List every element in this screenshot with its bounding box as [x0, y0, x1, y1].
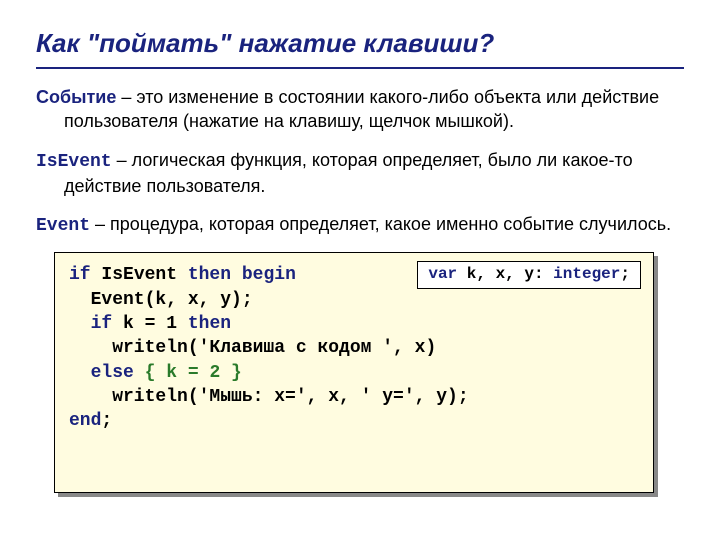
definition-eventproc: Event – процедура, которая определяет, к… [36, 212, 684, 238]
code-line-4: writeln('Клавиша с кодом ', x) [69, 338, 436, 358]
code-line-2: Event(k, x, y); [69, 290, 253, 310]
definition-event: Событие – это изменение в состоянии како… [36, 85, 684, 134]
kw-begin: begin [242, 265, 296, 285]
title-rule [36, 67, 684, 69]
code-block-wrap: if IsEvent then begin Event(k, x, y); if… [54, 252, 654, 493]
code-comment: { k = 2 } [145, 363, 242, 383]
kw-integer: integer [553, 265, 620, 283]
code-block: if IsEvent then begin Event(k, x, y); if… [54, 252, 654, 493]
kw-if-2: if [91, 314, 113, 334]
term-event: Событие [36, 87, 116, 107]
term-eventproc: Event [36, 216, 90, 236]
text-eventproc: – процедура, которая определяет, какое и… [90, 214, 671, 234]
text-event: – это изменение в состоянии какого-либо … [64, 87, 659, 131]
slide: Как "поймать" нажатие клавиши? Событие –… [0, 0, 720, 493]
kw-if: if [69, 265, 91, 285]
kw-else: else [91, 363, 134, 383]
kw-then: then [188, 265, 231, 285]
code-line-6: writeln('Мышь: x=', x, ' y=', y); [69, 387, 469, 407]
kw-end: end [69, 411, 101, 431]
term-isevent: IsEvent [36, 152, 112, 172]
definition-isevent: IsEvent – логическая функция, которая оп… [36, 148, 684, 199]
var-declaration-box: var k, x, y: integer; [417, 261, 641, 289]
text-isevent: – логическая функция, которая определяет… [64, 150, 633, 196]
kw-then-2: then [188, 314, 231, 334]
kw-var: var [428, 265, 457, 283]
slide-title: Как "поймать" нажатие клавиши? [36, 28, 684, 59]
